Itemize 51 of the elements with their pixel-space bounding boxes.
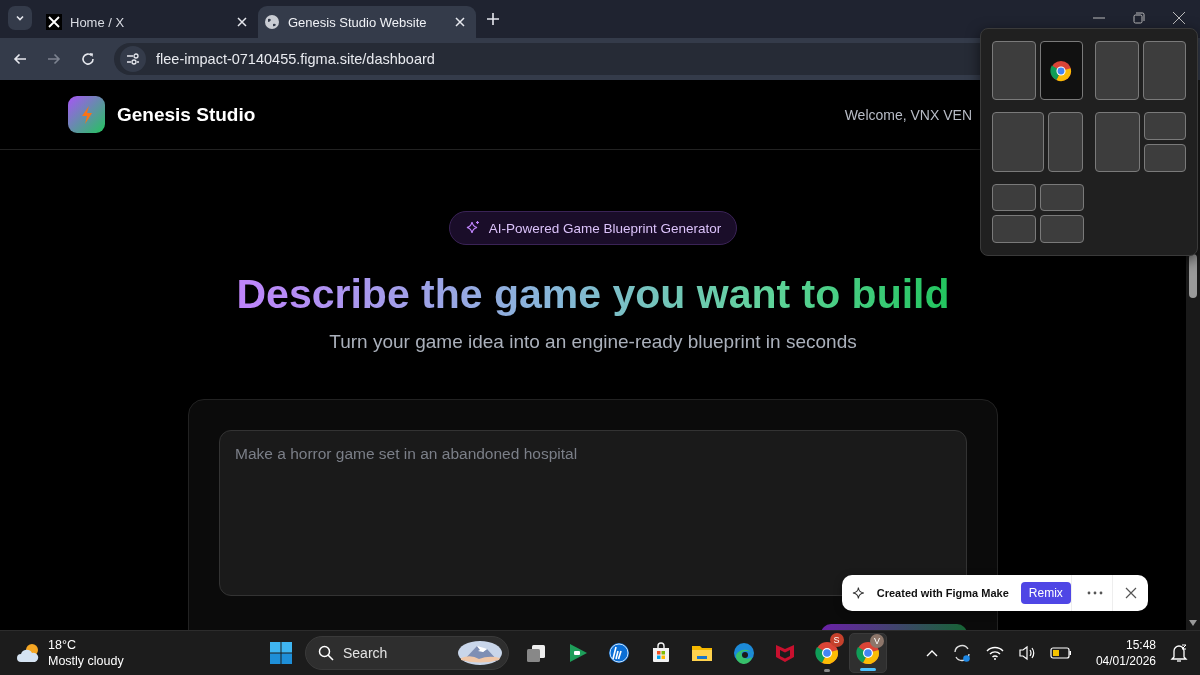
close-icon[interactable] <box>1124 587 1137 599</box>
reload-icon[interactable] <box>80 51 96 67</box>
sparkle-icon <box>852 586 865 600</box>
notification-bell-icon[interactable] <box>1170 643 1188 663</box>
bolt-icon <box>79 104 94 125</box>
scroll-down-icon[interactable] <box>1189 620 1197 626</box>
restore-icon[interactable] <box>1132 11 1146 25</box>
browser-tab[interactable]: Genesis Studio Website <box>258 6 476 38</box>
search-field[interactable]: Search <box>343 645 448 661</box>
hp-icon <box>607 641 631 665</box>
swirl-browser-icon <box>731 641 756 665</box>
back-icon[interactable] <box>12 51 28 67</box>
speaker-icon[interactable] <box>1017 645 1036 661</box>
welcome-text: Welcome, VNX VEN <box>844 106 972 123</box>
time-text: 15:48 <box>1125 637 1156 653</box>
plus-icon[interactable] <box>486 12 500 26</box>
scrollbar-thumb[interactable] <box>1189 254 1197 298</box>
sparkle-icon <box>464 220 481 236</box>
brand-name: Genesis Studio <box>117 103 256 126</box>
mountain-icon <box>457 640 503 666</box>
globe-icon <box>264 14 280 30</box>
snap-zone[interactable] <box>1039 41 1083 101</box>
tab-list-button[interactable] <box>8 6 32 30</box>
sliders-icon <box>126 53 140 65</box>
feature-badge: AI-Powered Game Blueprint Generator <box>448 211 738 245</box>
close-icon[interactable] <box>1172 11 1186 25</box>
browser-tab[interactable]: Home / X <box>40 6 258 38</box>
notification-badge: S <box>829 633 844 647</box>
date-text: 04/01/2026 <box>1095 653 1156 669</box>
taskbar-app[interactable]: S <box>807 633 846 673</box>
wifi-icon[interactable] <box>985 646 1004 660</box>
chevron-up-icon[interactable] <box>925 649 938 657</box>
clock[interactable]: 15:48 04/01/2026 <box>1095 637 1156 669</box>
browser-icon <box>1050 59 1073 82</box>
browser-icon <box>814 641 839 665</box>
site-info-button[interactable] <box>120 46 146 72</box>
forward-icon[interactable] <box>46 51 62 67</box>
notification-badge: V <box>870 634 884 648</box>
start-icon[interactable] <box>269 641 293 665</box>
sync-icon[interactable] <box>951 643 972 663</box>
taskbar-app[interactable]: V <box>849 633 887 673</box>
more-icon[interactable] <box>1087 591 1104 595</box>
battery-icon[interactable] <box>1049 647 1072 659</box>
x-logo-icon <box>46 14 62 30</box>
search-box[interactable]: Search <box>305 636 509 670</box>
chevron-down-icon <box>15 13 25 23</box>
temperature-text: 18°C <box>48 637 77 653</box>
hero-subheading: Turn your game idea into an engine-ready blueprint in seconds <box>329 331 857 353</box>
search-icon <box>318 645 334 661</box>
remix-button[interactable]: Remix <box>1020 582 1071 604</box>
weather-text: Mostly cloudy <box>48 653 124 669</box>
